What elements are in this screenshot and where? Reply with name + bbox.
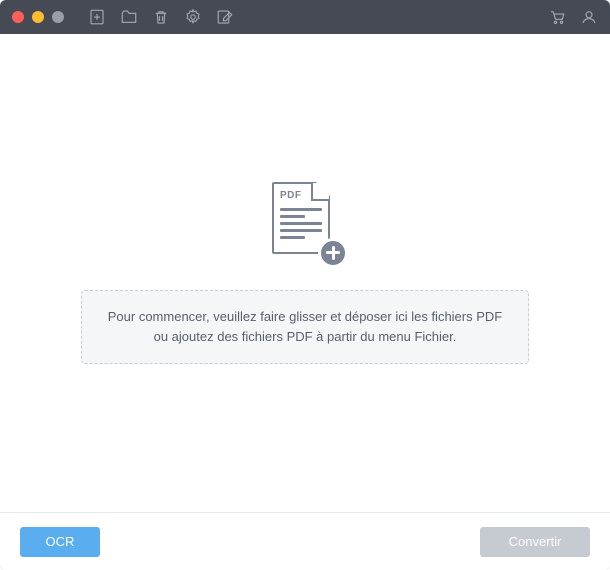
folder-icon[interactable] — [120, 8, 138, 26]
trash-icon[interactable] — [152, 8, 170, 26]
main-content: PDF Pour commencer, veuillez faire gliss… — [0, 34, 610, 512]
pdf-label: PDF — [280, 190, 302, 201]
cart-icon[interactable] — [548, 8, 566, 26]
window-close-button[interactable] — [12, 11, 24, 23]
window-zoom-button[interactable] — [52, 11, 64, 23]
titlebar — [0, 0, 610, 34]
hint-line-2: ou ajoutez des fichiers PDF à partir du … — [154, 329, 457, 344]
edit-icon[interactable] — [216, 8, 234, 26]
traffic-lights — [12, 11, 64, 23]
toolbar-right-icons — [548, 8, 598, 26]
hint-line-1: Pour commencer, veuillez faire glisser e… — [108, 309, 502, 324]
account-icon[interactable] — [580, 8, 598, 26]
hint-text: Pour commencer, veuillez faire glisser e… — [102, 307, 508, 347]
dropzone[interactable]: PDF Pour commencer, veuillez faire gliss… — [81, 182, 529, 364]
add-file-icon[interactable] — [88, 8, 106, 26]
convert-button[interactable]: Convertir — [480, 527, 590, 557]
hint-box: Pour commencer, veuillez faire glisser e… — [81, 290, 529, 364]
settings-gear-icon[interactable] — [184, 8, 202, 26]
ocr-button[interactable]: OCR — [20, 527, 100, 557]
pdf-add-illustration: PDF — [272, 182, 338, 262]
window-minimize-button[interactable] — [32, 11, 44, 23]
app-window: PDF Pour commencer, veuillez faire gliss… — [0, 0, 610, 570]
toolbar-left-icons — [88, 8, 234, 26]
footer: OCR Convertir — [0, 512, 610, 570]
plus-icon — [318, 238, 348, 268]
